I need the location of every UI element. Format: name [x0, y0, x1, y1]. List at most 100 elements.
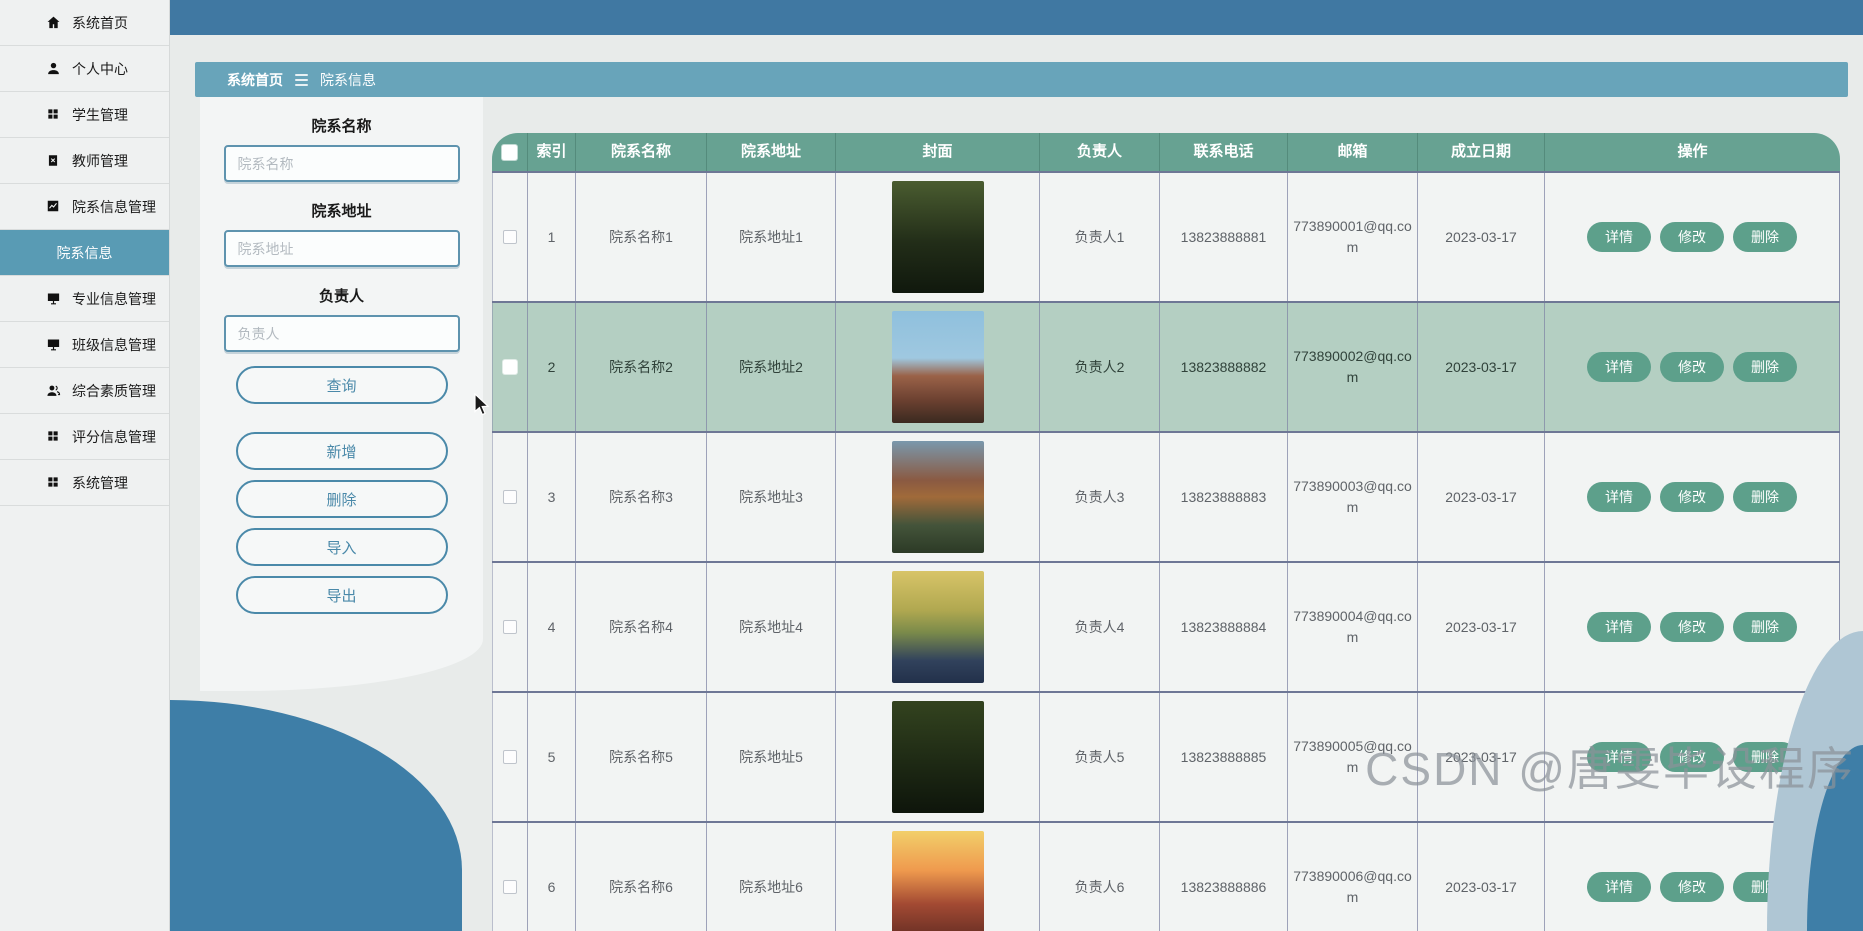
sidebar-item-label: 院系信息	[56, 244, 113, 261]
table-header-row: 索引 院系名称 院系地址 封面 负责人 联系电话 邮箱 成立日期 操作	[492, 133, 1840, 171]
sidebar-item-4[interactable]: 教师管理	[0, 138, 169, 184]
row-delete-button[interactable]: 删除	[1733, 352, 1797, 382]
campus-photo-1[interactable]	[891, 181, 984, 293]
dept-name: 院系名称1	[576, 173, 707, 301]
detail-button[interactable]: 详情	[1587, 612, 1651, 642]
table-column-header: 负责人	[1040, 133, 1160, 171]
sidebar: 系统首页个人中心学生管理教师管理院系信息管理院系信息专业信息管理 班级信息管理综合…	[0, 0, 170, 931]
dept-date: 2023-03-17	[1418, 303, 1545, 431]
breadcrumb: 系统首页 院系信息	[195, 62, 1848, 97]
row-index: 4	[528, 563, 576, 691]
dept-cover-cell	[836, 433, 1040, 561]
row-delete-button[interactable]: 删除	[1733, 612, 1797, 642]
campus-photo-5[interactable]	[891, 701, 984, 813]
dept-address: 院系地址3	[707, 433, 836, 561]
sidebar-item-label: 教师管理	[72, 152, 128, 169]
row-checkbox-cell	[492, 563, 528, 691]
menu-lines-icon	[295, 73, 308, 86]
top-bar	[170, 0, 1863, 35]
row-checkbox-cell	[492, 433, 528, 561]
sidebar-item-2[interactable]: 个人中心	[0, 46, 169, 92]
table-row[interactable]: 6 院系名称6 院系地址6 负责人6 13823888886 773890006@qq.c…	[492, 821, 1840, 931]
sidebar-item-label: 个人中心	[72, 60, 128, 77]
table-column-header: 联系电话	[1160, 133, 1288, 171]
campus-photo-4[interactable]	[891, 571, 984, 683]
search-panel: 院系名称 院系地址 负责人 查询 新增 删除 导入 导出	[200, 97, 483, 691]
export-button[interactable]: 导出	[235, 576, 448, 614]
sidebar-item-6[interactable]: 院系信息	[0, 230, 169, 276]
query-button[interactable]: 查询	[235, 366, 448, 404]
table-header-checkbox-cell	[492, 133, 528, 171]
sidebar-item-8[interactable]: 班级信息管理	[0, 322, 169, 368]
sidebar-item-9[interactable]: 综合素质管理	[0, 368, 169, 414]
grid-icon	[46, 475, 62, 491]
sidebar-item-7[interactable]: 专业信息管理	[0, 276, 169, 322]
table-row[interactable]: 5 院系名称5 院系地址5 负责人5 13823888885 773890005@qq.c…	[492, 691, 1840, 821]
sidebar-item-5[interactable]: 院系信息管理	[0, 184, 169, 230]
grid-icon	[46, 107, 62, 123]
wave-decoration-left	[170, 700, 462, 931]
table-row[interactable]: 3 院系名称3 院系地址3 负责人3 13823888883 773890003@qq.c…	[492, 431, 1840, 561]
sidebar-item-1[interactable]: 系统首页	[0, 0, 169, 46]
detail-button[interactable]: 详情	[1587, 872, 1651, 902]
sidebar-item-3[interactable]: 学生管理	[0, 92, 169, 138]
detail-button[interactable]: 详情	[1587, 352, 1651, 382]
dept-name: 院系名称6	[576, 823, 707, 931]
dept-address: 院系地址1	[707, 173, 836, 301]
dept-manager: 负责人5	[1040, 693, 1160, 821]
row-index: 1	[528, 173, 576, 301]
sidebar-item-10[interactable]: 评分信息管理	[0, 414, 169, 460]
dept-address-input[interactable]	[223, 230, 460, 267]
add-button[interactable]: 新增	[235, 432, 448, 470]
table-row[interactable]: 1 院系名称1 院系地址1 负责人1 13823888881 773890001@qq.c…	[492, 171, 1840, 301]
import-button[interactable]: 导入	[235, 528, 448, 566]
detail-button[interactable]: 详情	[1587, 742, 1651, 772]
sidebar-item-label: 综合素质管理	[72, 382, 156, 399]
edit-button[interactable]: 修改	[1660, 742, 1724, 772]
edit-button[interactable]: 修改	[1660, 872, 1724, 902]
delete-button[interactable]: 删除	[235, 480, 448, 518]
monitor-icon	[46, 291, 62, 307]
select-all-checkbox[interactable]	[502, 144, 517, 160]
row-checkbox[interactable]	[503, 750, 517, 764]
row-checkbox[interactable]	[503, 360, 517, 374]
breadcrumb-home-link[interactable]: 系统首页	[227, 70, 283, 90]
row-checkbox[interactable]	[503, 880, 517, 894]
row-checkbox[interactable]	[503, 620, 517, 634]
campus-photo-3[interactable]	[891, 441, 984, 553]
row-checkbox-cell	[492, 173, 528, 301]
table-column-header: 操作	[1677, 142, 1708, 160]
dept-email: 773890006@qq.com	[1288, 823, 1418, 931]
dept-manager: 负责人4	[1040, 563, 1160, 691]
campus-photo-2[interactable]	[891, 311, 984, 423]
sidebar-item-11[interactable]: 系统管理	[0, 460, 169, 506]
dept-name-input[interactable]	[223, 145, 460, 182]
row-delete-button[interactable]: 删除	[1733, 482, 1797, 512]
chart-icon	[46, 199, 62, 215]
dept-date: 2023-03-17	[1418, 173, 1545, 301]
row-index: 6	[528, 823, 576, 931]
row-checkbox[interactable]	[503, 490, 517, 504]
edit-button[interactable]: 修改	[1660, 222, 1724, 252]
dept-phone: 13823888885	[1160, 693, 1288, 821]
table-column-header: 索引	[528, 133, 576, 171]
dept-address: 院系地址4	[707, 563, 836, 691]
row-actions-cell: 详情 修改 删除	[1545, 433, 1840, 561]
table-row[interactable]: 2 院系名称2 院系地址2 负责人2 13823888882 773890002@qq.c…	[492, 301, 1840, 431]
campus-photo-6[interactable]	[891, 831, 984, 931]
row-actions-cell: 详情 修改 删除	[1545, 563, 1840, 691]
dept-email: 773890001@qq.com	[1288, 173, 1418, 301]
row-checkbox[interactable]	[503, 230, 517, 244]
edit-button[interactable]: 修改	[1660, 352, 1724, 382]
dept-manager: 负责人3	[1040, 433, 1160, 561]
dept-manager-input[interactable]	[223, 315, 460, 352]
dept-manager: 负责人1	[1040, 173, 1160, 301]
dept-manager-label: 负责人	[318, 288, 364, 305]
edit-button[interactable]: 修改	[1660, 612, 1724, 642]
detail-button[interactable]: 详情	[1587, 222, 1651, 252]
row-delete-button[interactable]: 删除	[1733, 222, 1797, 252]
edit-button[interactable]: 修改	[1660, 482, 1724, 512]
table-row[interactable]: 4 院系名称4 院系地址4 负责人4 13823888884 773890004@qq.c…	[492, 561, 1840, 691]
home-icon	[46, 15, 62, 31]
detail-button[interactable]: 详情	[1587, 482, 1651, 512]
